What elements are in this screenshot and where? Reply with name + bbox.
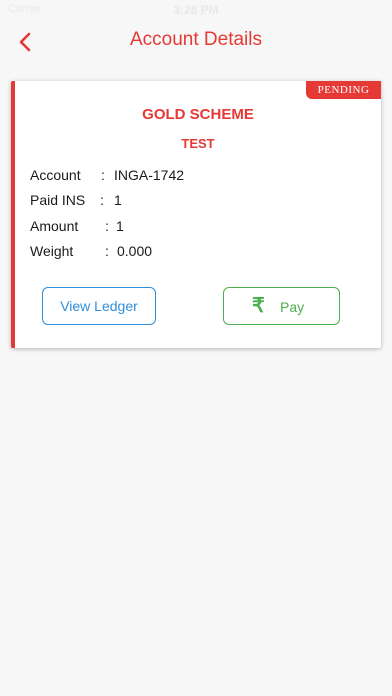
detail-label: Paid INS (30, 192, 86, 208)
detail-separator: : (100, 192, 104, 208)
scheme-subtitle: TEST (181, 136, 215, 151)
detail-value: INGA-1742 (114, 167, 185, 183)
detail-separator: : (101, 167, 105, 183)
page-title: Account Details (129, 29, 262, 50)
detail-separator: : (105, 243, 109, 259)
view-ledger-button[interactable]: View Ledger (42, 287, 156, 325)
rupee-icon: ₹ (252, 295, 265, 317)
detail-value: 1 (116, 218, 124, 234)
scheme-name: GOLD SCHEME (142, 106, 254, 123)
status-badge: PENDING (306, 81, 381, 99)
detail-value: 1 (114, 192, 122, 208)
nav-bar: Account Details (0, 20, 392, 64)
detail-label: Weight (30, 243, 74, 259)
status-time: 3:28 PM (173, 3, 219, 17)
status-bar: Carrier 3:28 PM (0, 0, 392, 20)
scheme-card: PENDING GOLD SCHEME TEST Account : INGA-… (11, 81, 381, 348)
pay-button[interactable]: ₹ Pay (223, 287, 340, 325)
detail-value: 0.000 (117, 243, 153, 259)
pay-label: Pay (280, 299, 305, 315)
detail-label: Account (30, 167, 81, 183)
detail-label: Amount (30, 218, 79, 234)
detail-separator: : (105, 218, 109, 234)
